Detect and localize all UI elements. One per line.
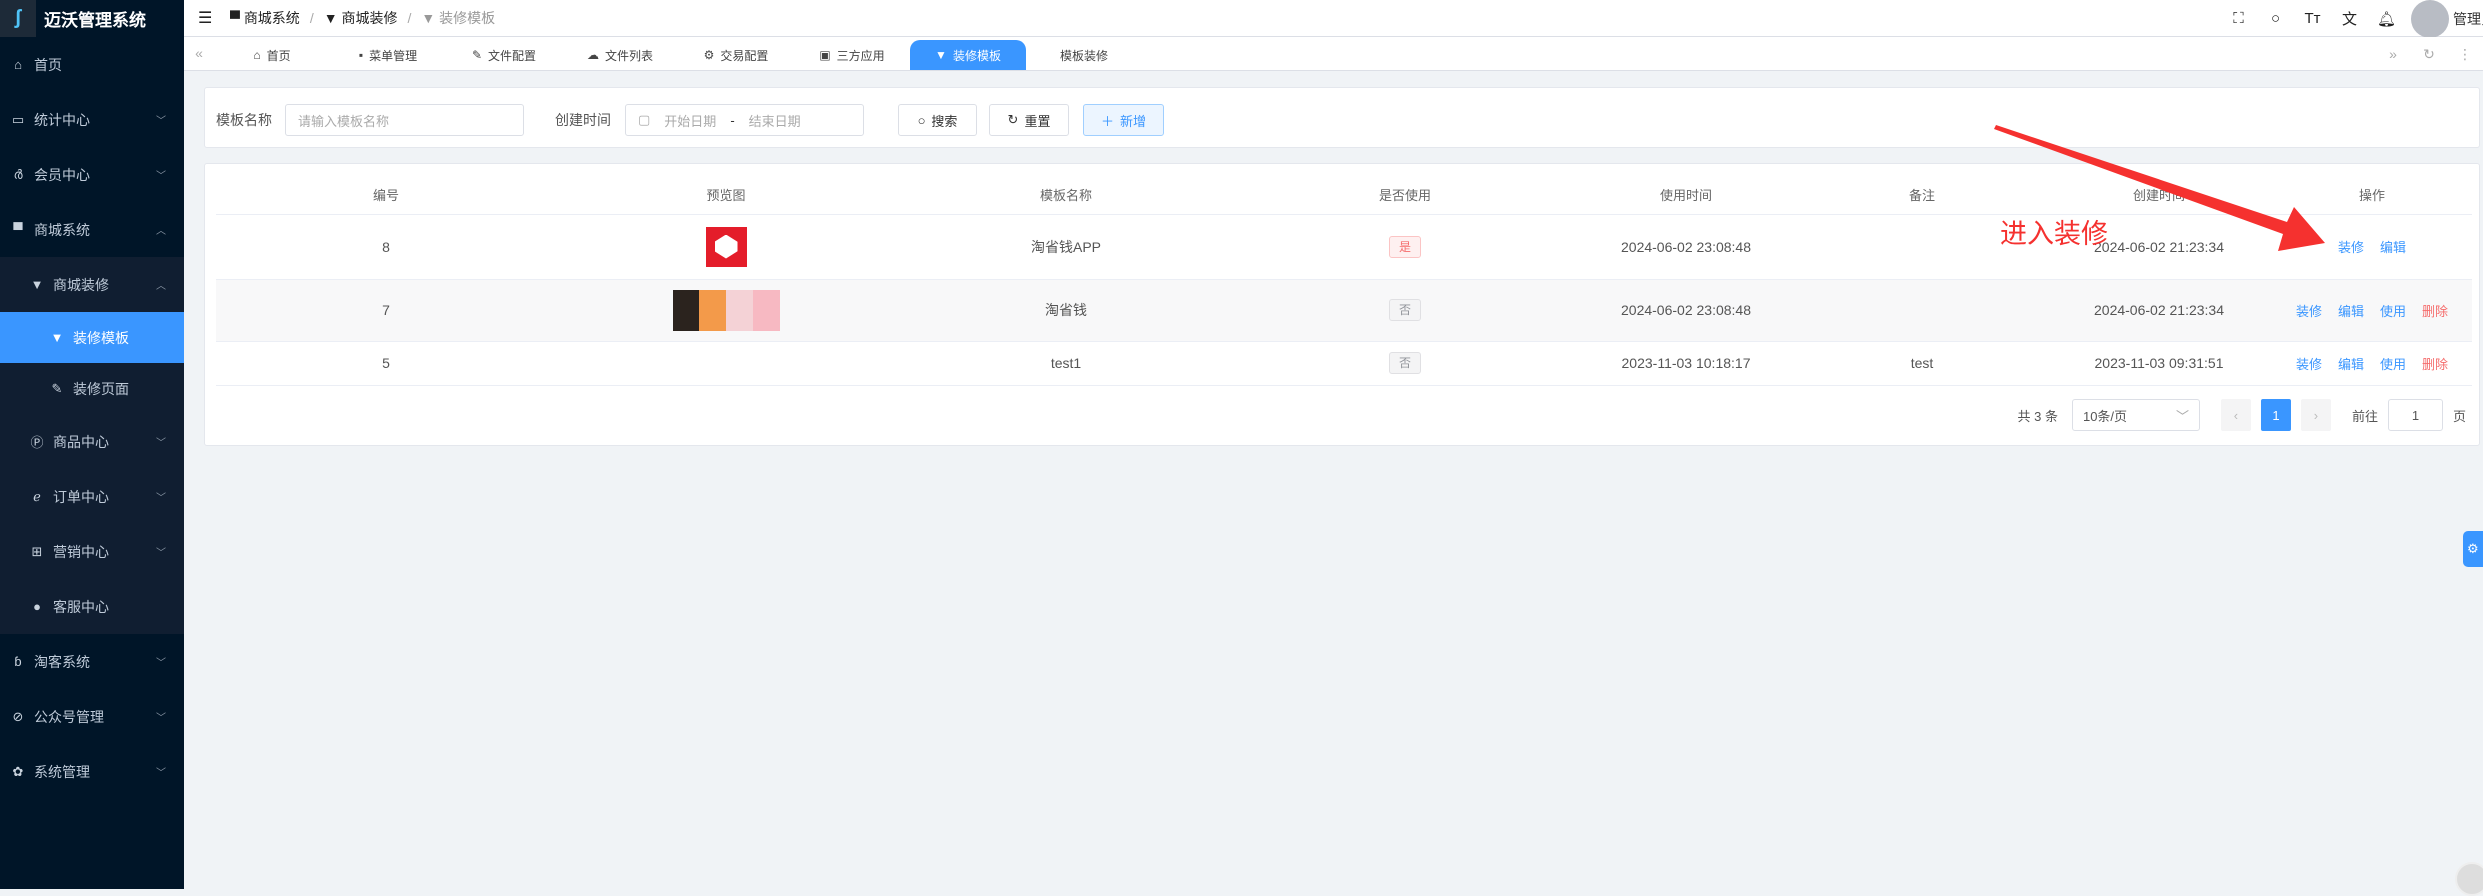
annotation-text: 进入装修 [2000,219,2108,249]
gear-icon: ⚙ [2467,541,2479,556]
settings-fab[interactable]: ⚙ [2463,531,2483,567]
assistant-avatar[interactable] [2455,862,2483,896]
annotation-arrow [1994,125,2325,251]
